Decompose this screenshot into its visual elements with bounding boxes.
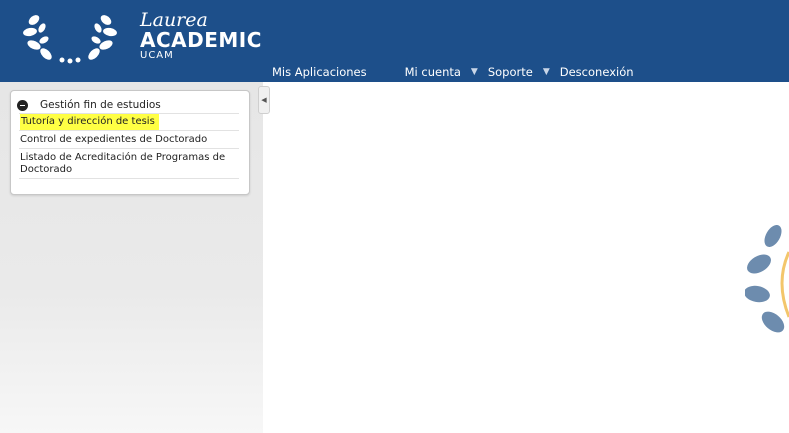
brand-main-text: ACADEMIC bbox=[140, 28, 262, 52]
header-bar: Laurea ACADEMIC UCAM Mis Aplicaciones Mi… bbox=[0, 0, 789, 82]
nav-soporte[interactable]: Soporte ▼ bbox=[488, 65, 550, 79]
brand-sub-text: UCAM bbox=[140, 50, 174, 61]
menu-item-listado-acreditacion[interactable]: Listado de Acreditación de Programas de … bbox=[19, 149, 239, 179]
nav-mis-aplicaciones[interactable]: Mis Aplicaciones bbox=[272, 65, 367, 79]
nav-label: Mi cuenta bbox=[404, 65, 461, 79]
caret-down-icon: ▼ bbox=[542, 67, 550, 77]
laurel-wreath-icon bbox=[23, 15, 117, 64]
menu-item-tutoria[interactable]: Tutoría y dirección de tesis bbox=[19, 114, 239, 131]
nav-desconexion[interactable]: Desconexión bbox=[560, 65, 634, 79]
chevron-left-icon: ◀ bbox=[261, 96, 267, 104]
caret-down-icon: ▼ bbox=[470, 67, 478, 77]
brand-script-text: Laurea bbox=[140, 9, 208, 31]
menu-item-label: Tutoría y dirección de tesis bbox=[20, 114, 159, 130]
nav-mi-cuenta[interactable]: Mi cuenta ▼ bbox=[405, 65, 478, 79]
decorative-laurel-icon bbox=[745, 225, 789, 333]
menu-item-label: Control de expedientes de Doctorado bbox=[20, 134, 208, 145]
sidebar-panel: Gestión fin de estudios Tutoría y direcc… bbox=[10, 90, 250, 195]
panel-title: Gestión fin de estudios bbox=[40, 99, 161, 111]
menu-item-label: Listado de Acreditación de Programas de … bbox=[20, 152, 226, 175]
panel-header[interactable]: Gestión fin de estudios bbox=[17, 97, 161, 113]
sidebar-collapse-button[interactable]: ◀ bbox=[258, 86, 270, 114]
logo[interactable]: Laurea ACADEMIC UCAM bbox=[20, 8, 261, 64]
nav-label: Desconexión bbox=[559, 65, 634, 79]
sidebar-menu: Tutoría y dirección de tesis Control de … bbox=[19, 113, 239, 179]
main-nav: Mis Aplicaciones Mi cuenta ▼ Soporte ▼ D… bbox=[272, 64, 634, 80]
menu-item-control-expedientes[interactable]: Control de expedientes de Doctorado bbox=[19, 131, 239, 149]
nav-label: Soporte bbox=[487, 65, 533, 79]
minus-circle-icon[interactable] bbox=[17, 99, 28, 111]
nav-label: Mis Aplicaciones bbox=[272, 65, 367, 79]
